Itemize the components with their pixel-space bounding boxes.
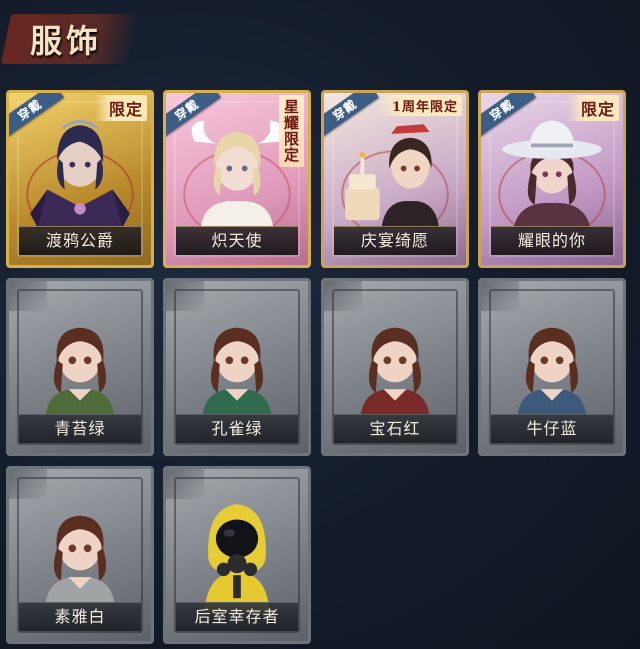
- costume-name: 牛仔蓝: [491, 414, 613, 443]
- costume-name: 孔雀绿: [176, 414, 298, 443]
- costume-card-peacock-green[interactable]: 孔雀绿: [163, 278, 311, 456]
- costume-card-denim-blue[interactable]: 牛仔蓝: [478, 278, 626, 456]
- costume-name: 庆宴绮愿: [334, 226, 456, 255]
- limited-badge: 限定: [94, 95, 147, 121]
- costume-card-backrooms-survivor[interactable]: 后室幸存者: [163, 466, 311, 644]
- costume-name: 耀眼的你: [491, 226, 613, 255]
- limited-badge: 星耀限定: [279, 95, 304, 167]
- costume-card-dazzling-you[interactable]: 穿戴 限定 耀眼的你: [478, 90, 626, 268]
- anniversary-badge: 1周年限定: [377, 95, 462, 116]
- costume-name: 青苔绿: [19, 414, 141, 443]
- costume-card-ruby-red[interactable]: 宝石红: [321, 278, 469, 456]
- costume-name: 宝石红: [334, 414, 456, 443]
- costume-card-moss-green[interactable]: 青苔绿: [6, 278, 154, 456]
- costume-card-seraph[interactable]: 穿戴 星耀限定 炽天使: [163, 90, 311, 268]
- limited-badge: 限定: [566, 95, 619, 121]
- costume-name: 渡鸦公爵: [19, 226, 141, 255]
- costume-name: 炽天使: [176, 226, 298, 255]
- costume-grid: 穿戴 限定 渡鸦公爵 穿戴 星耀限定 炽天使 穿戴 1周年限定 庆宴绮愿 穿戴 …: [0, 0, 640, 649]
- costume-name: 素雅白: [19, 602, 141, 631]
- costume-card-plain-white[interactable]: 素雅白: [6, 466, 154, 644]
- costume-card-raven-duke[interactable]: 穿戴 限定 渡鸦公爵: [6, 90, 154, 268]
- costume-name: 后室幸存者: [176, 602, 298, 631]
- costume-card-anniversary-feast[interactable]: 穿戴 1周年限定 庆宴绮愿: [321, 90, 469, 268]
